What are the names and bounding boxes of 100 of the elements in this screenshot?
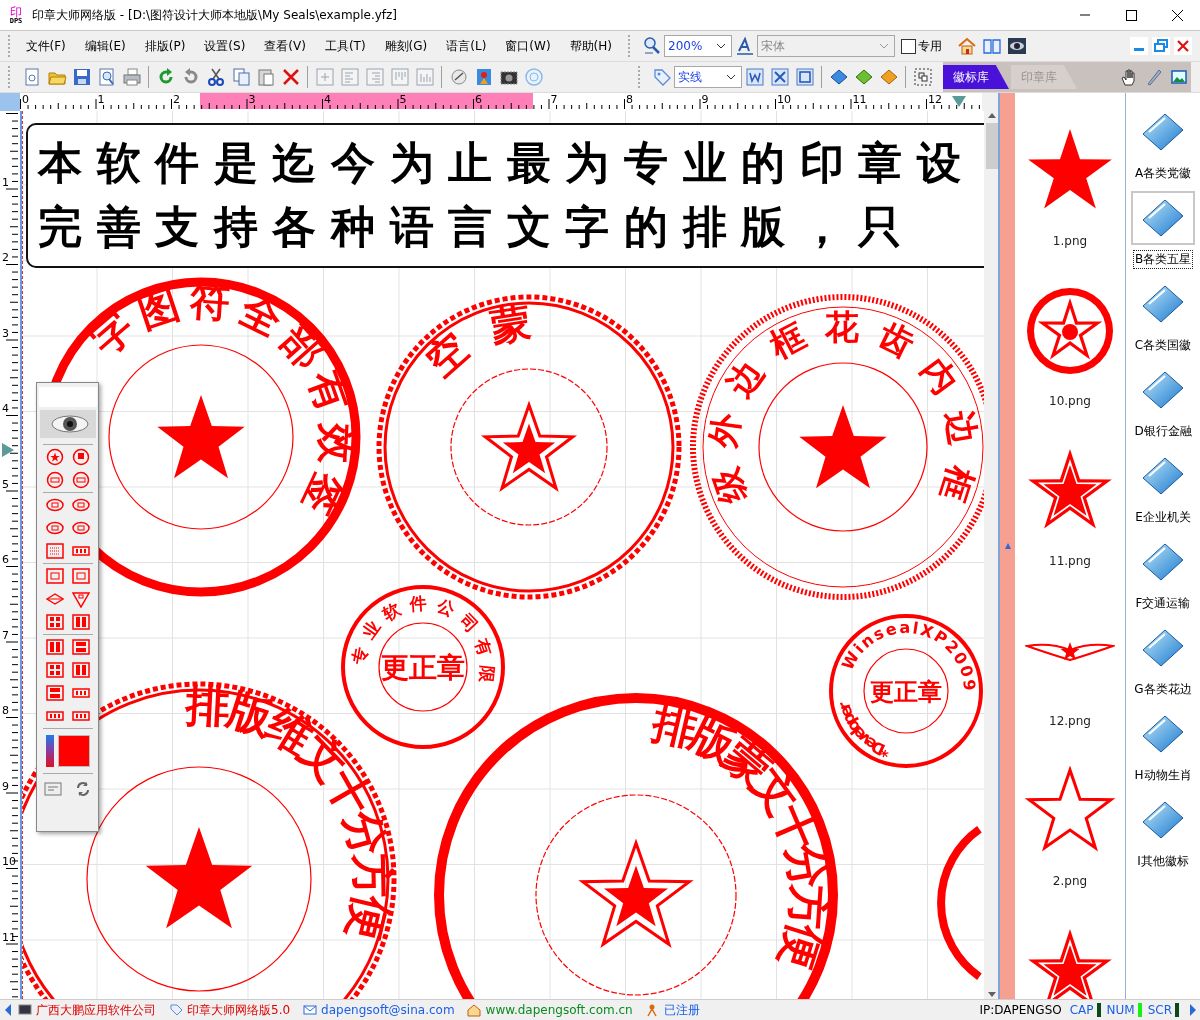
window-title: 印章大师网络版 - [D:\图符设计大师本地版\My Seals\example.yfz] <box>32 6 399 24</box>
paste-icon[interactable] <box>255 67 276 87</box>
menu-item[interactable]: 编辑(E) <box>75 37 136 55</box>
menu-item[interactable]: 帮助(H) <box>560 37 622 55</box>
tag-icon[interactable] <box>651 67 672 87</box>
delete-icon[interactable] <box>280 67 301 87</box>
seal-drawing[interactable]: 专业软件公司有限 更正章 <box>341 585 505 749</box>
eye-icon[interactable] <box>39 410 96 438</box>
menu-item[interactable]: 雕刻(G) <box>375 37 437 55</box>
ruler-corner <box>0 93 20 111</box>
ruler-number: 4 <box>2 402 9 415</box>
seal-template-icon[interactable] <box>71 613 90 631</box>
seal-template-icon[interactable] <box>45 542 64 560</box>
color-gradient-bar[interactable] <box>45 735 54 767</box>
menu-item[interactable]: 语言(L) <box>436 37 496 55</box>
seal-template-icon[interactable] <box>45 471 64 489</box>
folder-label[interactable]: E企业机关 <box>1133 508 1193 527</box>
scroll-right-icon[interactable] <box>1187 1003 1198 1017</box>
checkbox-label: 专用 <box>918 37 942 55</box>
seal-template-icon[interactable] <box>71 638 90 656</box>
folder-label[interactable]: D银行金融 <box>1132 422 1194 441</box>
menu-item[interactable]: 设置(S) <box>194 37 255 55</box>
library-tab[interactable]: 徽标库 <box>943 65 1009 89</box>
print-preview-icon[interactable] <box>96 67 117 87</box>
menu-item[interactable]: 排版(P) <box>135 37 195 55</box>
zoom-icon[interactable] <box>641 36 662 56</box>
restore-icon[interactable] <box>1153 38 1169 54</box>
seal-template-icon[interactable] <box>45 567 64 585</box>
color-swatch[interactable] <box>57 735 90 767</box>
seal-template-icon[interactable] <box>45 661 64 679</box>
group-select-icon[interactable] <box>912 67 933 87</box>
folder-label[interactable]: A各类党徽 <box>1132 164 1194 183</box>
seal-template-icon[interactable] <box>45 684 64 702</box>
print-icon[interactable] <box>121 67 142 87</box>
ruler-number: 8 <box>626 93 633 106</box>
status-text: 印章大师网络版5.0 <box>187 1001 291 1019</box>
folder-label[interactable]: B各类五星 <box>1132 250 1194 269</box>
folder-label[interactable]: F交通运输 <box>1133 594 1193 613</box>
seal-template-icon[interactable] <box>71 448 90 466</box>
chevron-down-icon[interactable] <box>715 42 726 50</box>
ruler-number: 9 <box>2 779 9 793</box>
tilted-gem-icon[interactable] <box>828 67 849 87</box>
line-style-dropdown[interactable]: 实线 <box>674 66 742 88</box>
text-style-icon[interactable] <box>734 36 755 56</box>
maximize-icon[interactable] <box>1124 8 1138 22</box>
zoom-dropdown[interactable]: 200% <box>664 35 732 57</box>
seal-template-icon[interactable] <box>71 519 90 537</box>
document-icon[interactable] <box>744 67 765 87</box>
seal-drawing[interactable] <box>937 826 982 980</box>
rotate-icon[interactable] <box>448 67 469 87</box>
save-icon[interactable] <box>71 67 92 87</box>
tilted-gem-icon[interactable] <box>878 67 899 87</box>
scroll-up-icon[interactable] <box>987 111 997 119</box>
copy-icon[interactable] <box>230 67 251 87</box>
seal-template-icon[interactable] <box>45 519 64 537</box>
menu-item[interactable]: 查看(V) <box>254 37 316 55</box>
tilted-gem-icon[interactable] <box>853 67 874 87</box>
margin-marker-icon[interactable] <box>952 96 966 107</box>
envelope-icon[interactable] <box>302 1003 317 1017</box>
refresh-icon[interactable] <box>75 781 91 797</box>
seal-drawing[interactable]: 级外边框花齿内边框 <box>690 294 984 600</box>
person-icon[interactable] <box>645 1003 660 1017</box>
eye-icon[interactable] <box>1006 36 1027 56</box>
seal-template-icon[interactable] <box>71 567 90 585</box>
tag-icon[interactable] <box>168 1003 183 1017</box>
status-text: 广西大鹏应用软件公司 <box>36 1001 156 1019</box>
menu-item[interactable]: 文件(F) <box>16 37 76 55</box>
home-icon[interactable] <box>467 1003 482 1017</box>
seal-template-icon[interactable] <box>71 496 90 514</box>
seal-template-icon[interactable] <box>71 471 90 489</box>
emblem-icon[interactable] <box>1025 286 1115 376</box>
ruler-number: 3 <box>248 93 256 106</box>
home-icon[interactable] <box>956 36 977 56</box>
margin-marker-icon[interactable] <box>2 443 14 457</box>
seal-template-icon[interactable] <box>71 590 90 608</box>
card-icon[interactable] <box>44 782 62 796</box>
ruler-number: 3 <box>2 326 9 340</box>
scroll-thumb[interactable] <box>986 123 998 169</box>
folder-label[interactable]: H动物生肖 <box>1132 766 1194 785</box>
image-filename: 11.png <box>1049 554 1091 568</box>
seal-template-icon[interactable] <box>71 661 90 679</box>
folder-label[interactable]: G各类花边 <box>1132 680 1194 699</box>
status-text: 已注册 <box>663 1001 700 1019</box>
seal-template-icon[interactable] <box>45 496 64 514</box>
checkbox[interactable] <box>901 38 916 54</box>
image-icon[interactable] <box>1168 67 1189 87</box>
folder-label[interactable]: C各类国徽 <box>1132 336 1194 355</box>
chevron-down-icon[interactable] <box>725 73 736 81</box>
close-icon[interactable] <box>1170 8 1184 22</box>
seal-template-icon[interactable] <box>45 638 64 656</box>
slides-icon[interactable] <box>794 67 815 87</box>
monitor-icon[interactable] <box>17 1003 32 1017</box>
seal-template-icon[interactable] <box>45 613 64 631</box>
seal-template-icon[interactable] <box>45 448 64 466</box>
expand-arrow-icon[interactable] <box>1003 542 1012 550</box>
cut-icon[interactable] <box>205 67 226 87</box>
spreadsheet-icon[interactable] <box>769 67 790 87</box>
folder-label[interactable]: I其他徽标 <box>1135 852 1191 871</box>
menu-item[interactable]: 窗口(W) <box>495 37 561 55</box>
menu-item[interactable]: 工具(T) <box>315 37 376 55</box>
